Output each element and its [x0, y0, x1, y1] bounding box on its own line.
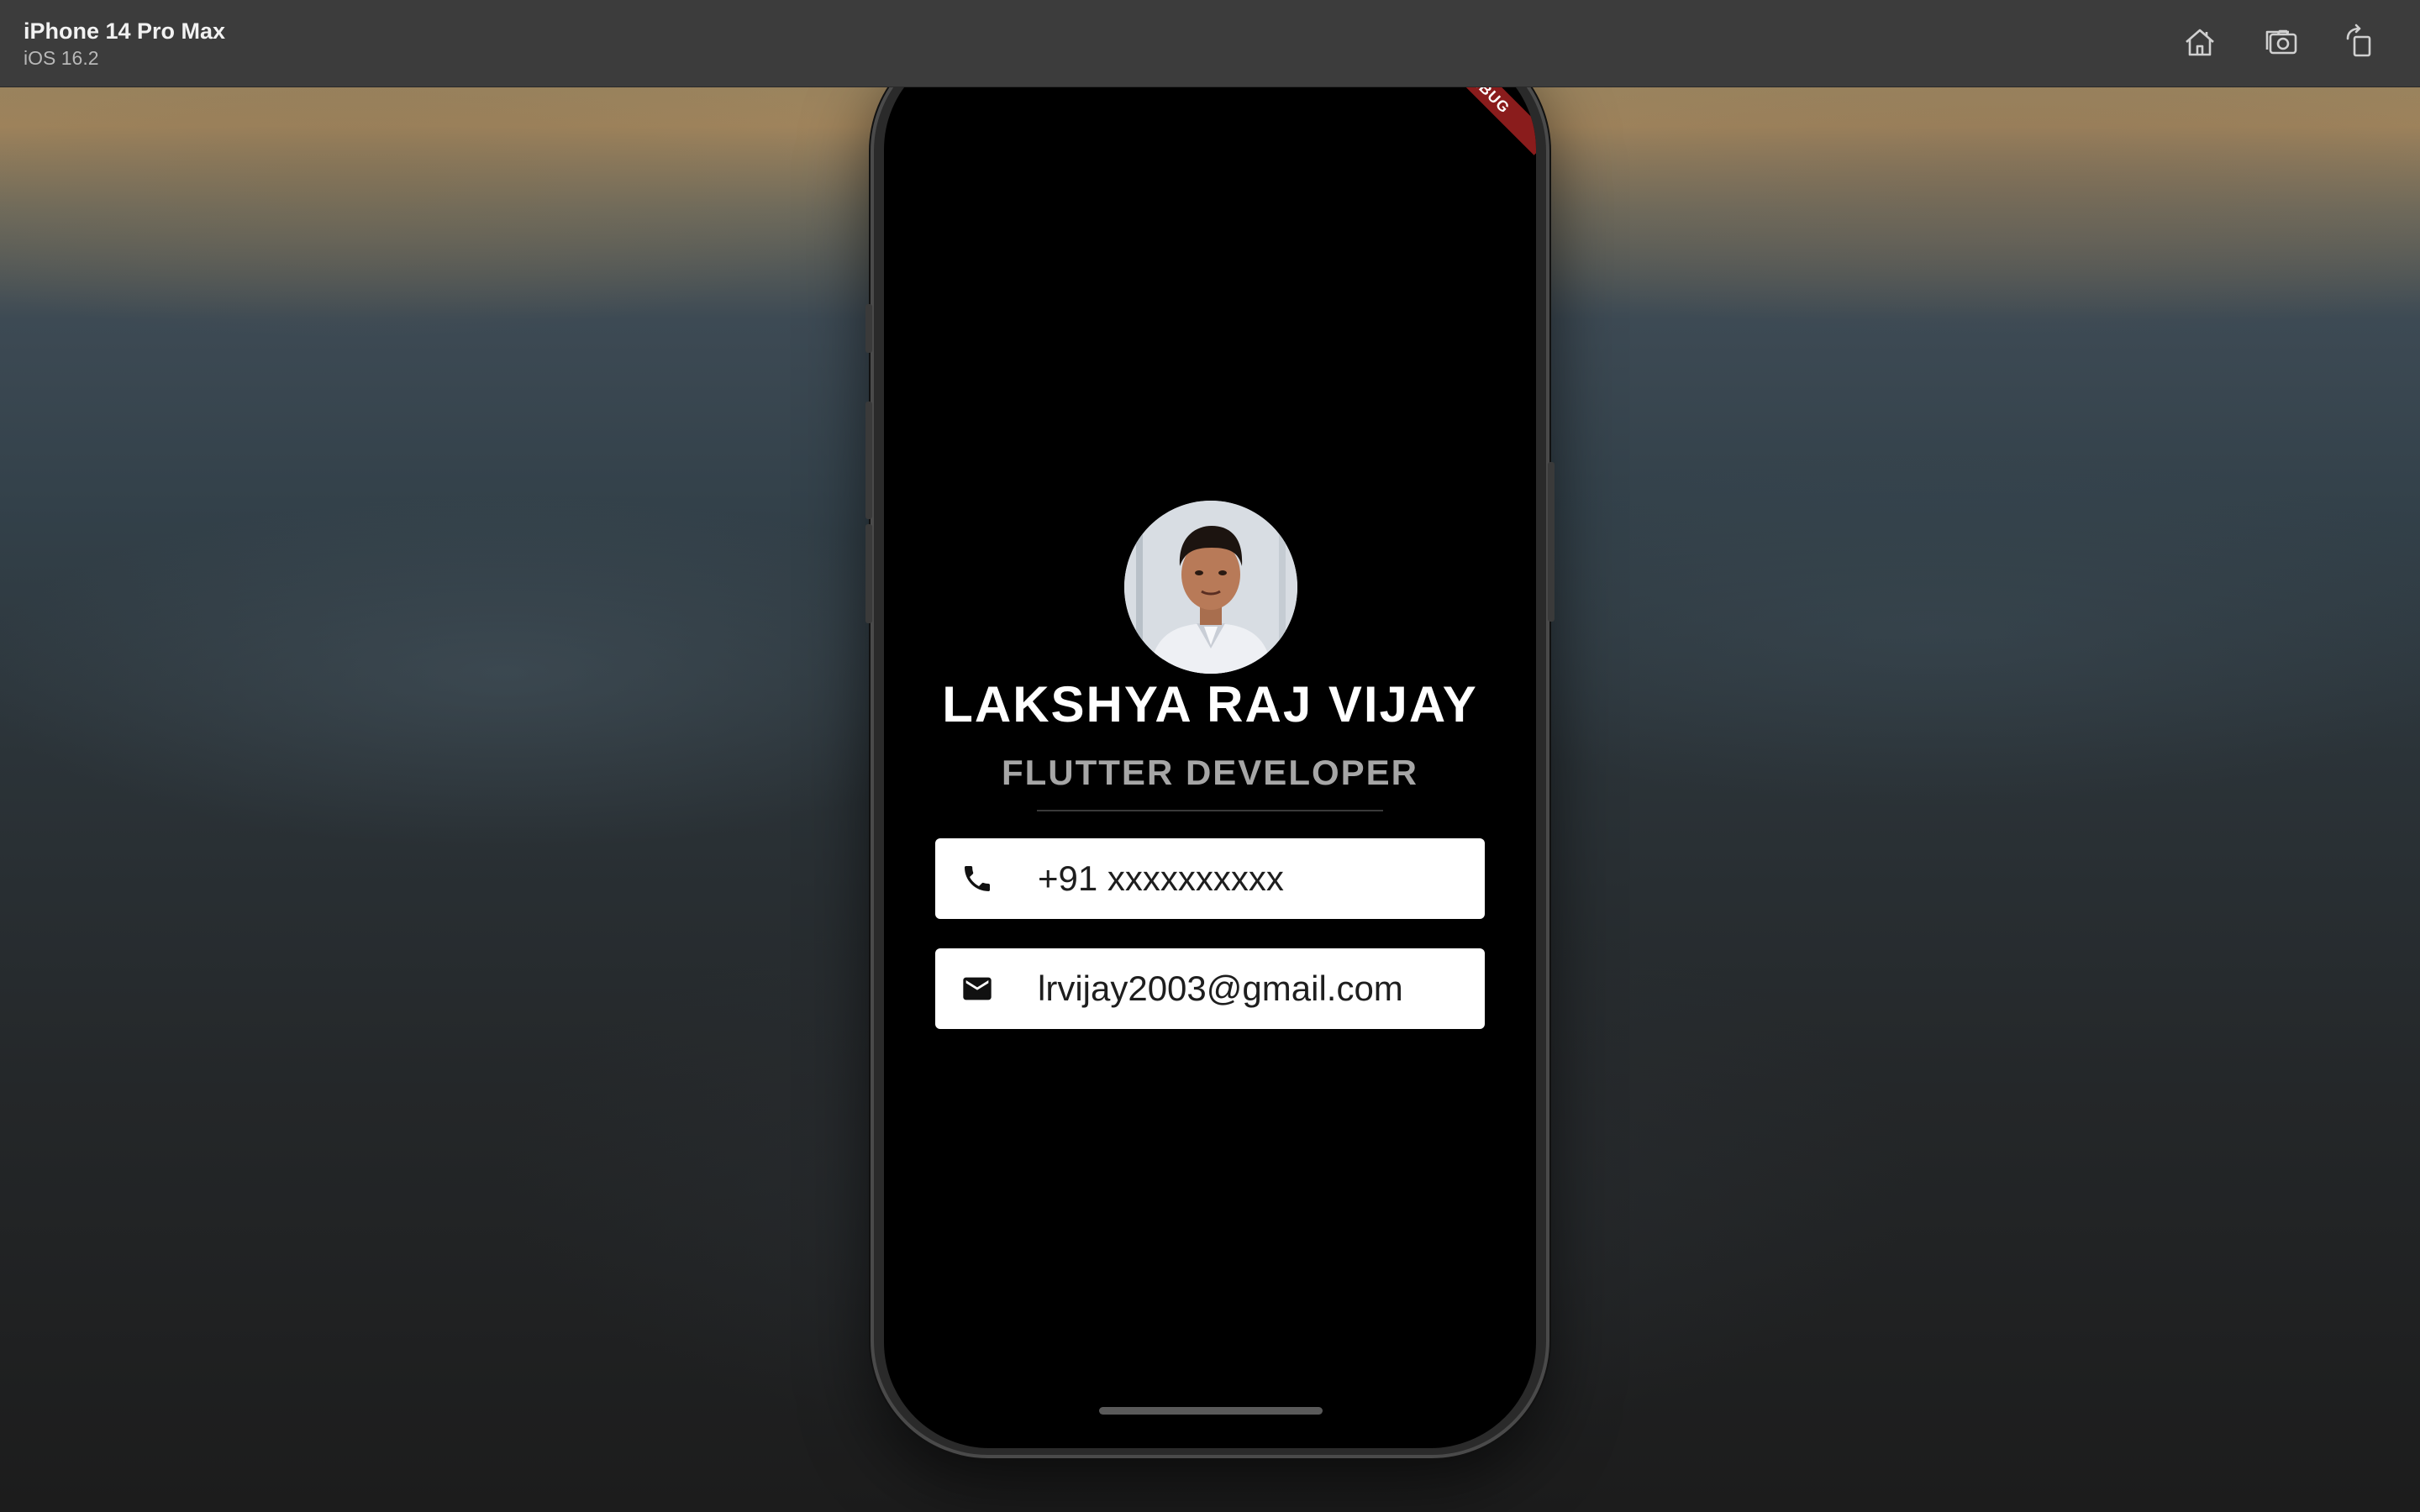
device-name: iPhone 14 Pro Max [24, 18, 226, 44]
volume-down-button [865, 524, 872, 623]
email-icon [957, 969, 997, 1009]
phone-screen: DEBUG LAKSHYA RAJ VIJAY FLUTTER DEVELOPE… [884, 44, 1536, 1448]
home-indicator[interactable] [1099, 1407, 1323, 1415]
power-button [1548, 462, 1555, 622]
phone-card[interactable]: +91 xxxxxxxxxx [935, 838, 1485, 919]
os-version: iOS 16.2 [24, 47, 99, 69]
rotate-button[interactable] [2338, 22, 2381, 66]
camera-icon [2264, 24, 2301, 65]
person-title: FLUTTER DEVELOPER [1001, 753, 1419, 792]
person-name: LAKSHYA RAJ VIJAY [942, 676, 1478, 732]
rotate-icon [2341, 24, 2378, 65]
phone-number: +91 xxxxxxxxxx [1038, 858, 1284, 898]
simulator-toolbar: iPhone 14 Pro Max iOS 16.2 [0, 0, 2420, 87]
profile-photo [1124, 501, 1297, 674]
volume-up-button [865, 402, 872, 519]
home-icon [2181, 24, 2218, 65]
screenshot-button[interactable] [2260, 22, 2304, 66]
email-address: lrvijay2003@gmail.com [1038, 969, 1403, 1008]
phone-icon [957, 858, 997, 899]
divider [1037, 810, 1383, 811]
avatar [1124, 501, 1297, 674]
email-card[interactable]: lrvijay2003@gmail.com [935, 948, 1485, 1029]
home-button[interactable] [2178, 22, 2222, 66]
silent-switch [865, 304, 872, 353]
